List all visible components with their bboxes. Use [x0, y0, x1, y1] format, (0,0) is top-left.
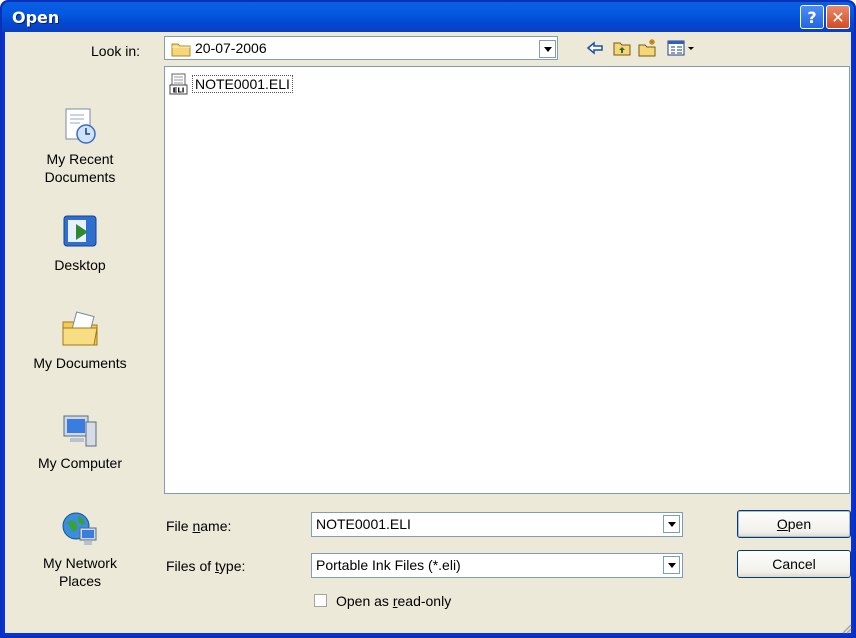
- look-in-dropdown[interactable]: 20-07-2006: [164, 36, 558, 60]
- file-name-dropdown-arrow[interactable]: [663, 515, 680, 533]
- file-type-dropdown-arrow[interactable]: [663, 556, 680, 574]
- place-label: Places: [58, 573, 102, 589]
- file-icon-text: ELI: [173, 87, 185, 95]
- file-name-label: NOTE0001.ELI: [192, 75, 293, 93]
- help-button[interactable]: ?: [800, 5, 824, 29]
- up-one-level-icon[interactable]: [612, 38, 632, 58]
- file-name-input[interactable]: NOTE0001.ELI: [311, 512, 683, 537]
- desktop-icon: [63, 215, 97, 247]
- place-my-documents[interactable]: My Documents: [20, 310, 140, 372]
- read-only-label[interactable]: Open as read-only: [336, 593, 451, 609]
- my-documents-icon: [62, 311, 98, 346]
- view-menu-icon[interactable]: [666, 38, 696, 58]
- look-in-dropdown-arrow[interactable]: [539, 40, 556, 58]
- close-icon: ✕: [831, 7, 845, 27]
- eli-file-icon: ELI: [169, 73, 188, 95]
- place-label: Desktop: [54, 257, 106, 273]
- resize-grip-icon[interactable]: [840, 622, 852, 634]
- look-in-value: 20-07-2006: [195, 40, 267, 56]
- file-name-label-text: File name:: [166, 518, 232, 534]
- back-arrow-icon[interactable]: [585, 38, 605, 58]
- look-in-label: Look in:: [91, 43, 141, 59]
- close-button[interactable]: ✕: [826, 5, 850, 29]
- dialog-title: Open: [12, 8, 60, 27]
- cancel-button[interactable]: Cancel: [737, 550, 851, 578]
- help-icon: ?: [807, 7, 817, 27]
- place-recent-documents[interactable]: My Recent Documents: [20, 106, 140, 186]
- new-folder-icon[interactable]: [638, 38, 658, 58]
- place-label: My Computer: [37, 455, 123, 471]
- place-desktop[interactable]: Desktop: [20, 212, 140, 274]
- folder-icon: [171, 43, 191, 57]
- list-item[interactable]: ELI NOTE0001.ELI: [169, 73, 293, 95]
- read-only-checkbox[interactable]: [314, 594, 327, 607]
- my-computer-icon: [63, 415, 97, 447]
- file-type-label-text: Files of type:: [166, 558, 246, 574]
- open-button-label: Open: [776, 516, 812, 532]
- place-label: My Documents: [33, 355, 127, 371]
- cancel-button-label: Cancel: [772, 556, 816, 572]
- file-type-value: Portable Ink Files (*.eli): [316, 557, 461, 573]
- recent-documents-icon: [65, 108, 96, 144]
- file-type-select[interactable]: Portable Ink Files (*.eli): [311, 553, 683, 578]
- place-network-places[interactable]: My Network Places: [20, 510, 140, 590]
- place-label: Documents: [44, 169, 116, 185]
- file-name-value: NOTE0001.ELI: [316, 516, 411, 532]
- place-my-computer[interactable]: My Computer: [20, 410, 140, 472]
- title-bar[interactable]: Open ? ✕: [2, 2, 854, 32]
- file-list[interactable]: ELI NOTE0001.ELI: [164, 66, 850, 494]
- network-places-icon: [62, 512, 97, 545]
- open-button[interactable]: Open: [737, 510, 851, 538]
- place-label: My Network: [43, 555, 117, 571]
- place-label: My Recent: [46, 151, 114, 167]
